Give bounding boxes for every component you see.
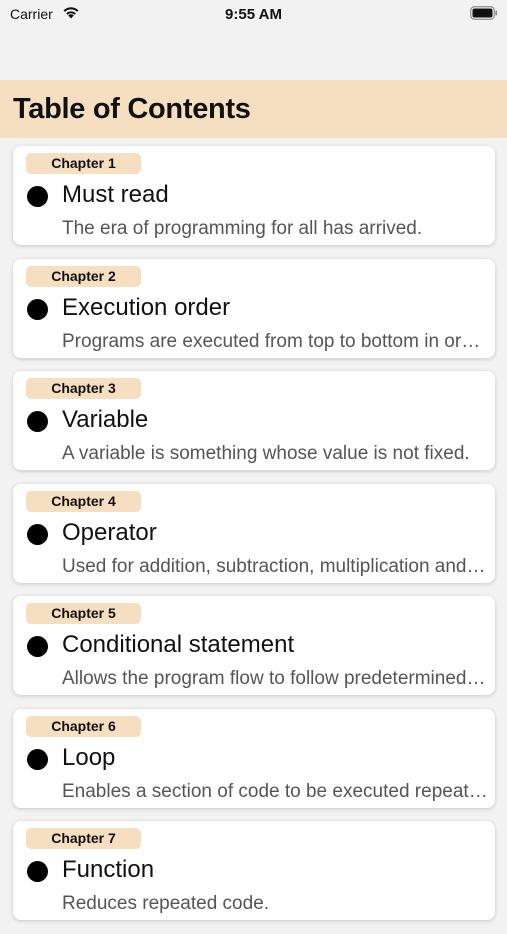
chapter-description: Used for addition, subtraction, multipli…: [62, 555, 489, 577]
chapter-card-5[interactable]: Chapter 5 Conditional statement Allows t…: [13, 596, 495, 695]
chapter-description: A variable is something whose value is n…: [62, 443, 470, 464]
chapter-badge: Chapter 6: [26, 715, 141, 737]
chapter-badge: Chapter 3: [26, 378, 141, 399]
page-title: Table of Contents: [13, 93, 251, 125]
bullet-icon: [27, 636, 48, 657]
bullet-icon: [27, 298, 48, 320]
chapter-list: Chapter 1 Must read The era of programmi…: [0, 146, 507, 934]
chapter-card-3[interactable]: Chapter 3 Variable A variable is somethi…: [13, 371, 495, 470]
chapter-badge: Chapter 4: [26, 490, 141, 512]
chapter-card-1[interactable]: Chapter 1 Must read The era of programmi…: [13, 146, 495, 245]
chapter-title: Variable: [62, 406, 149, 433]
status-bar: Carrier 9:55 AM: [0, 0, 507, 30]
chapter-description: Programs are executed from top to bottom…: [62, 330, 489, 352]
chapter-badge: Chapter 1: [26, 153, 141, 174]
bullet-icon: [27, 748, 48, 770]
battery-icon: [470, 6, 498, 20]
chapter-badge: Chapter 2: [26, 265, 141, 287]
chapter-title: Conditional statement: [62, 631, 295, 658]
chapter-description: Enables a section of code to be executed…: [62, 780, 489, 802]
bullet-icon: [27, 861, 48, 882]
chapter-card-6[interactable]: Chapter 6 Loop Enables a section of code…: [13, 708, 495, 808]
chapter-description: The era of programming for all has arriv…: [62, 218, 423, 239]
chapter-card-2[interactable]: Chapter 2 Execution order Programs are e…: [13, 258, 495, 358]
bullet-icon: [27, 523, 48, 545]
chapter-badge: Chapter 5: [26, 603, 141, 624]
header-bar: Table of Contents: [0, 80, 507, 138]
chapter-description: Reduces repeated code.: [62, 893, 270, 914]
chapter-card-7[interactable]: Chapter 7 Function Reduces repeated code…: [13, 821, 495, 920]
bullet-icon: [27, 186, 48, 207]
bullet-icon: [27, 411, 48, 432]
chapter-description: Allows the program flow to follow predet…: [62, 668, 489, 689]
chapter-title: Must read: [62, 181, 169, 208]
chapter-card-4[interactable]: Chapter 4 Operator Used for addition, su…: [13, 483, 495, 583]
chapter-badge: Chapter 7: [26, 828, 141, 849]
chapter-title: Loop: [62, 743, 116, 771]
status-time: 9:55 AM: [225, 6, 282, 23]
chapter-title: Operator: [62, 518, 157, 546]
chapter-title: Execution order: [62, 293, 231, 321]
chapter-title: Function: [62, 856, 155, 883]
